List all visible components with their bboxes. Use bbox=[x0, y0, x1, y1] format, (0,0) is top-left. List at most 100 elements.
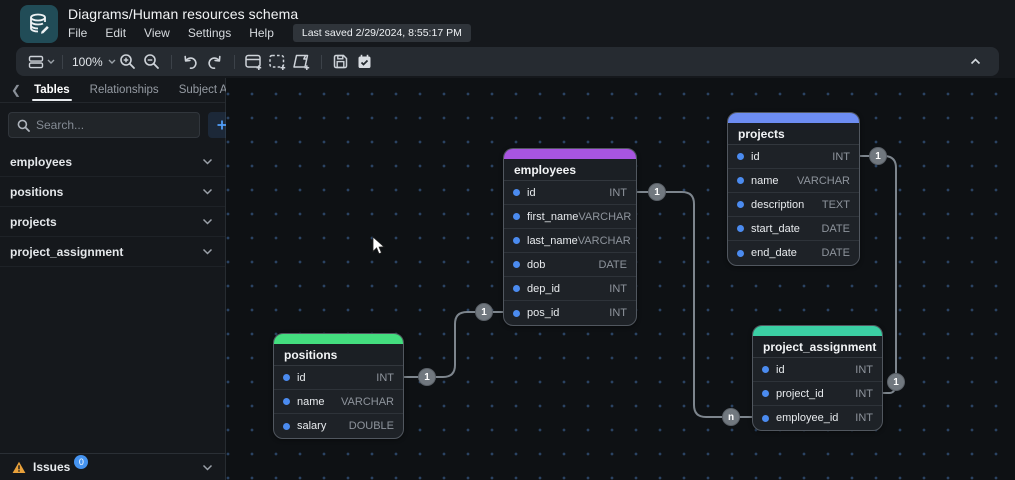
field-row[interactable]: name VARCHAR bbox=[728, 169, 859, 193]
chevron-down-icon[interactable] bbox=[202, 188, 213, 195]
field-row[interactable]: employee_id INT bbox=[753, 406, 882, 430]
add-note-button[interactable] bbox=[290, 50, 314, 74]
undo-button[interactable] bbox=[179, 50, 203, 74]
zoom-out-icon bbox=[144, 54, 160, 69]
add-area-button[interactable] bbox=[266, 50, 290, 74]
field-name: project_id bbox=[776, 387, 824, 400]
chevron-down-icon bbox=[108, 59, 116, 64]
field-name: dep_id bbox=[527, 282, 561, 295]
table-title: projects bbox=[728, 123, 859, 145]
entity-table-project_assignment[interactable]: project_assignment id INT project_id INT empl… bbox=[752, 325, 883, 431]
menu-item-help[interactable]: Help bbox=[240, 24, 283, 42]
field-name: description bbox=[751, 198, 805, 211]
database-pencil-icon bbox=[30, 13, 49, 34]
table-item-label: positions bbox=[10, 184, 64, 199]
add-table-toolbar-button[interactable] bbox=[242, 50, 266, 74]
table-list: employees positions projects project_assign… bbox=[0, 147, 225, 267]
sidebar-item-projects[interactable]: projects bbox=[0, 207, 225, 237]
field-dot-icon bbox=[283, 398, 290, 405]
collapse-toolbar-button[interactable] bbox=[963, 50, 987, 74]
relationship-positions-employees[interactable] bbox=[404, 311, 503, 378]
search-input[interactable] bbox=[36, 118, 191, 132]
issues-panel[interactable]: Issues 0 bbox=[0, 453, 225, 480]
field-name: first_name bbox=[527, 210, 579, 223]
table-item-label: employees bbox=[10, 154, 73, 169]
entity-table-projects[interactable]: projects id INT name VARCHAR description TEXT s… bbox=[727, 112, 860, 266]
chevron-down-icon[interactable] bbox=[202, 218, 213, 225]
field-type: INT bbox=[609, 282, 627, 295]
sidebar-item-employees[interactable]: employees bbox=[0, 147, 225, 177]
chevron-down-icon[interactable] bbox=[202, 464, 213, 471]
field-name: end_date bbox=[751, 247, 797, 259]
field-row[interactable]: project_id INT bbox=[753, 382, 882, 406]
sidebar-item-positions[interactable]: positions bbox=[0, 177, 225, 207]
field-row[interactable]: start_date DATE bbox=[728, 217, 859, 241]
field-type: INT bbox=[832, 150, 850, 163]
diagram-canvas[interactable]: employees id INT first_name VARCHAR last_name… bbox=[226, 78, 1015, 480]
toolbar-row: 100% bbox=[0, 47, 1015, 78]
save-button[interactable] bbox=[329, 50, 353, 74]
field-type: VARCHAR bbox=[797, 174, 850, 187]
menu-bar: File Edit View Settings Help Last saved 2/29/… bbox=[68, 24, 471, 42]
field-type: INT bbox=[855, 387, 873, 400]
field-type: DATE bbox=[821, 222, 850, 235]
tabs-scroll-left-icon[interactable]: ❮ bbox=[8, 84, 24, 96]
field-dot-icon bbox=[283, 422, 290, 430]
field-name: last_name bbox=[527, 234, 578, 247]
zoom-out-button[interactable] bbox=[140, 50, 164, 74]
header-style-icon bbox=[28, 55, 44, 68]
field-type: INT bbox=[609, 186, 627, 199]
field-row[interactable]: dob DATE bbox=[504, 253, 636, 277]
field-row[interactable]: end_date DATE bbox=[728, 241, 859, 265]
toolbar-divider bbox=[320, 54, 322, 69]
field-dot-icon bbox=[737, 201, 744, 208]
toolbar-divider bbox=[62, 54, 63, 69]
sidebar-item-project_assignment[interactable]: project_assignment bbox=[0, 237, 225, 267]
field-type: INT bbox=[376, 371, 394, 384]
cardinality-badge-n: n bbox=[722, 408, 740, 426]
field-name: name bbox=[297, 395, 325, 408]
table-color-strip bbox=[753, 326, 882, 336]
field-dot-icon bbox=[513, 189, 520, 196]
todo-button[interactable] bbox=[353, 50, 377, 74]
field-row[interactable]: last_name VARCHAR bbox=[504, 229, 636, 253]
field-row[interactable]: salary DOUBLE bbox=[274, 414, 403, 438]
zoom-level-dropdown[interactable]: 100% bbox=[70, 50, 116, 74]
field-row[interactable]: id INT bbox=[504, 181, 636, 205]
redo-button[interactable] bbox=[203, 50, 227, 74]
field-name: dob bbox=[527, 258, 546, 271]
tab-relationships[interactable]: Relationships bbox=[80, 80, 169, 101]
field-dot-icon bbox=[513, 261, 520, 268]
field-name: salary bbox=[297, 420, 327, 432]
entity-table-positions[interactable]: positions id INT name VARCHAR salary DOUBLE bbox=[273, 333, 404, 439]
field-dot-icon bbox=[737, 153, 744, 160]
page-title: Diagrams/Human resources schema bbox=[68, 6, 299, 22]
table-title: employees bbox=[504, 159, 636, 181]
field-dot-icon bbox=[513, 237, 520, 244]
field-row[interactable]: id INT bbox=[274, 366, 403, 390]
field-row[interactable]: description TEXT bbox=[728, 193, 859, 217]
field-dot-icon bbox=[513, 309, 520, 317]
menu-item-settings[interactable]: Settings bbox=[179, 24, 240, 42]
toolbar-divider bbox=[233, 54, 235, 69]
field-row[interactable]: name VARCHAR bbox=[274, 390, 403, 414]
field-row[interactable]: id INT bbox=[728, 145, 859, 169]
field-dot-icon bbox=[762, 366, 769, 373]
menu-item-view[interactable]: View bbox=[135, 24, 179, 42]
entity-table-employees[interactable]: employees id INT first_name VARCHAR last_name… bbox=[503, 148, 637, 326]
table-color-strip bbox=[504, 149, 636, 159]
header-style-button[interactable] bbox=[28, 50, 55, 74]
chevron-down-icon[interactable] bbox=[202, 248, 213, 255]
field-row[interactable]: pos_id INT bbox=[504, 301, 636, 325]
chevron-down-icon bbox=[47, 59, 55, 64]
menu-item-file[interactable]: File bbox=[68, 24, 96, 42]
field-row[interactable]: id INT bbox=[753, 358, 882, 382]
field-row[interactable]: first_name VARCHAR bbox=[504, 205, 636, 229]
chevron-down-icon[interactable] bbox=[202, 158, 213, 165]
tab-tables[interactable]: Tables bbox=[24, 80, 80, 101]
menu-item-edit[interactable]: Edit bbox=[96, 24, 135, 42]
zoom-in-button[interactable] bbox=[116, 50, 140, 74]
field-row[interactable]: dep_id INT bbox=[504, 277, 636, 301]
field-dot-icon bbox=[737, 249, 744, 257]
field-type: VARCHAR bbox=[578, 210, 632, 223]
